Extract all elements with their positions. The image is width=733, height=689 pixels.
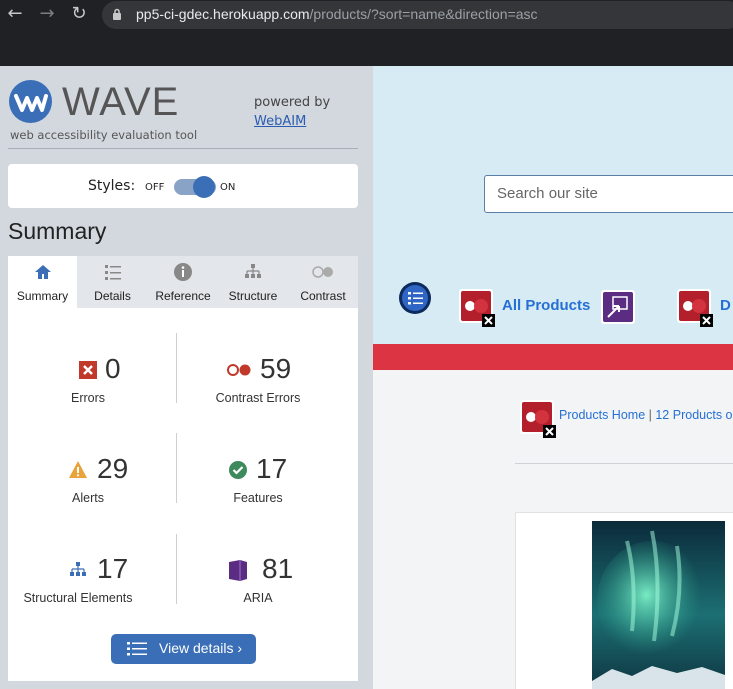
stat-alerts[interactable]: 29 Alerts xyxy=(8,453,168,505)
webaim-link[interactable]: WebAIM xyxy=(254,114,306,129)
styles-on-label: ON xyxy=(220,182,236,193)
contrast-errors-count: 59 xyxy=(260,353,292,384)
view-details-button[interactable]: View details › xyxy=(111,634,256,664)
tab-structure[interactable]: Structure xyxy=(218,256,288,308)
powered-by-text: powered by xyxy=(254,95,331,110)
browser-toolbar: ← → ↻ pp5-ci-gdec.herokuapp.com/products… xyxy=(0,0,733,66)
stat-structural-elements[interactable]: 17 Structural Elements xyxy=(18,553,178,605)
view-details-label: View details › xyxy=(159,640,243,656)
contrast-icon xyxy=(312,266,333,278)
tab-contrast[interactable]: Contrast xyxy=(288,256,358,308)
tab-details-label: Details xyxy=(94,289,131,303)
wave-logo-icon xyxy=(9,80,52,123)
styles-toggle-knob[interactable] xyxy=(193,176,215,198)
nav-all-products[interactable]: All Products xyxy=(502,297,590,314)
contrast-error-icon xyxy=(227,364,251,376)
search-placeholder: Search our site xyxy=(497,185,598,202)
tab-reference-label: Reference xyxy=(155,289,211,303)
stat-aria[interactable]: 81 ARIA xyxy=(178,553,338,605)
styles-off-label: OFF xyxy=(145,182,165,193)
stat-features[interactable]: 17 Features xyxy=(178,453,338,505)
aria-flag-icon[interactable] xyxy=(600,289,636,325)
contrast-error-flag-icon[interactable] xyxy=(519,399,559,439)
hierarchy-icon xyxy=(245,264,261,278)
error-icon xyxy=(79,361,97,379)
search-input[interactable]: Search our site xyxy=(484,175,733,213)
wave-logo-text: WAVE xyxy=(62,80,180,124)
wave-sidebar: WAVE web accessibility evaluation tool p… xyxy=(0,66,373,689)
nav-next-link[interactable]: D xyxy=(720,297,731,314)
divider xyxy=(176,433,177,503)
breadcrumb-separator: | xyxy=(645,408,656,422)
stat-errors[interactable]: 0 Errors xyxy=(8,353,168,405)
divider xyxy=(515,463,733,464)
divider xyxy=(8,148,358,149)
tab-contrast-label: Contrast xyxy=(300,289,346,303)
alerts-label: Alerts xyxy=(72,491,104,505)
product-image[interactable] xyxy=(592,521,725,689)
url-text: pp5-ci-gdec.herokuapp.com/products/?sort… xyxy=(136,6,538,22)
tab-summary-label: Summary xyxy=(16,289,69,303)
delivery-banner xyxy=(373,344,733,370)
styles-toggle-panel: Styles: OFF ON xyxy=(8,164,358,208)
wave-tagline: web accessibility evaluation tool xyxy=(10,128,198,142)
back-icon[interactable]: ← xyxy=(4,4,26,24)
list-icon xyxy=(104,265,121,280)
features-label: Features xyxy=(233,491,283,505)
wave-list-icon[interactable] xyxy=(398,281,432,315)
list-icon xyxy=(127,642,147,656)
lock-icon xyxy=(113,8,121,20)
home-icon xyxy=(34,265,51,279)
summary-panel: 0 Errors 59 Contrast Errors 29 Alerts 17… xyxy=(8,308,358,681)
features-count: 17 xyxy=(256,453,288,484)
alert-icon xyxy=(69,461,87,478)
stat-contrast-errors[interactable]: 59 Contrast Errors xyxy=(178,353,338,405)
divider xyxy=(176,333,177,403)
site-header: Search our site All Products D xyxy=(373,66,733,344)
aria-icon xyxy=(229,560,247,581)
tab-structure-label: Structure xyxy=(228,289,278,303)
feature-icon xyxy=(229,461,247,479)
site-preview: Search our site All Products D Products … xyxy=(373,66,733,689)
structural-label: Structural Elements xyxy=(23,591,133,605)
tab-reference[interactable]: Reference xyxy=(148,256,218,308)
alerts-count: 29 xyxy=(97,453,129,484)
forward-icon[interactable]: → xyxy=(36,4,58,24)
summary-heading: Summary xyxy=(8,218,107,244)
contrast-error-flag-icon[interactable] xyxy=(458,288,498,328)
errors-label: Errors xyxy=(70,391,106,405)
aria-label-text: ARIA xyxy=(243,591,273,605)
contrast-errors-label: Contrast Errors xyxy=(215,391,301,405)
errors-count: 0 xyxy=(105,353,121,384)
styles-label: Styles: xyxy=(88,178,136,194)
tab-summary[interactable]: Summary xyxy=(8,256,77,308)
address-bar[interactable]: pp5-ci-gdec.herokuapp.com/products/?sort… xyxy=(102,1,733,29)
products-count: 12 Products o xyxy=(655,408,733,422)
contrast-error-flag-icon[interactable] xyxy=(676,288,716,328)
breadcrumb: Products Home | 12 Products o xyxy=(559,408,733,422)
wave-tabs: Summary Details Reference Structure Cont… xyxy=(8,256,358,308)
info-icon xyxy=(174,263,192,281)
aria-count: 81 xyxy=(262,553,294,584)
breadcrumb-products-home[interactable]: Products Home xyxy=(559,408,645,422)
reload-icon[interactable]: ↻ xyxy=(68,4,90,24)
tab-details[interactable]: Details xyxy=(77,256,148,308)
structural-count: 17 xyxy=(97,553,129,584)
structure-icon xyxy=(70,562,86,576)
